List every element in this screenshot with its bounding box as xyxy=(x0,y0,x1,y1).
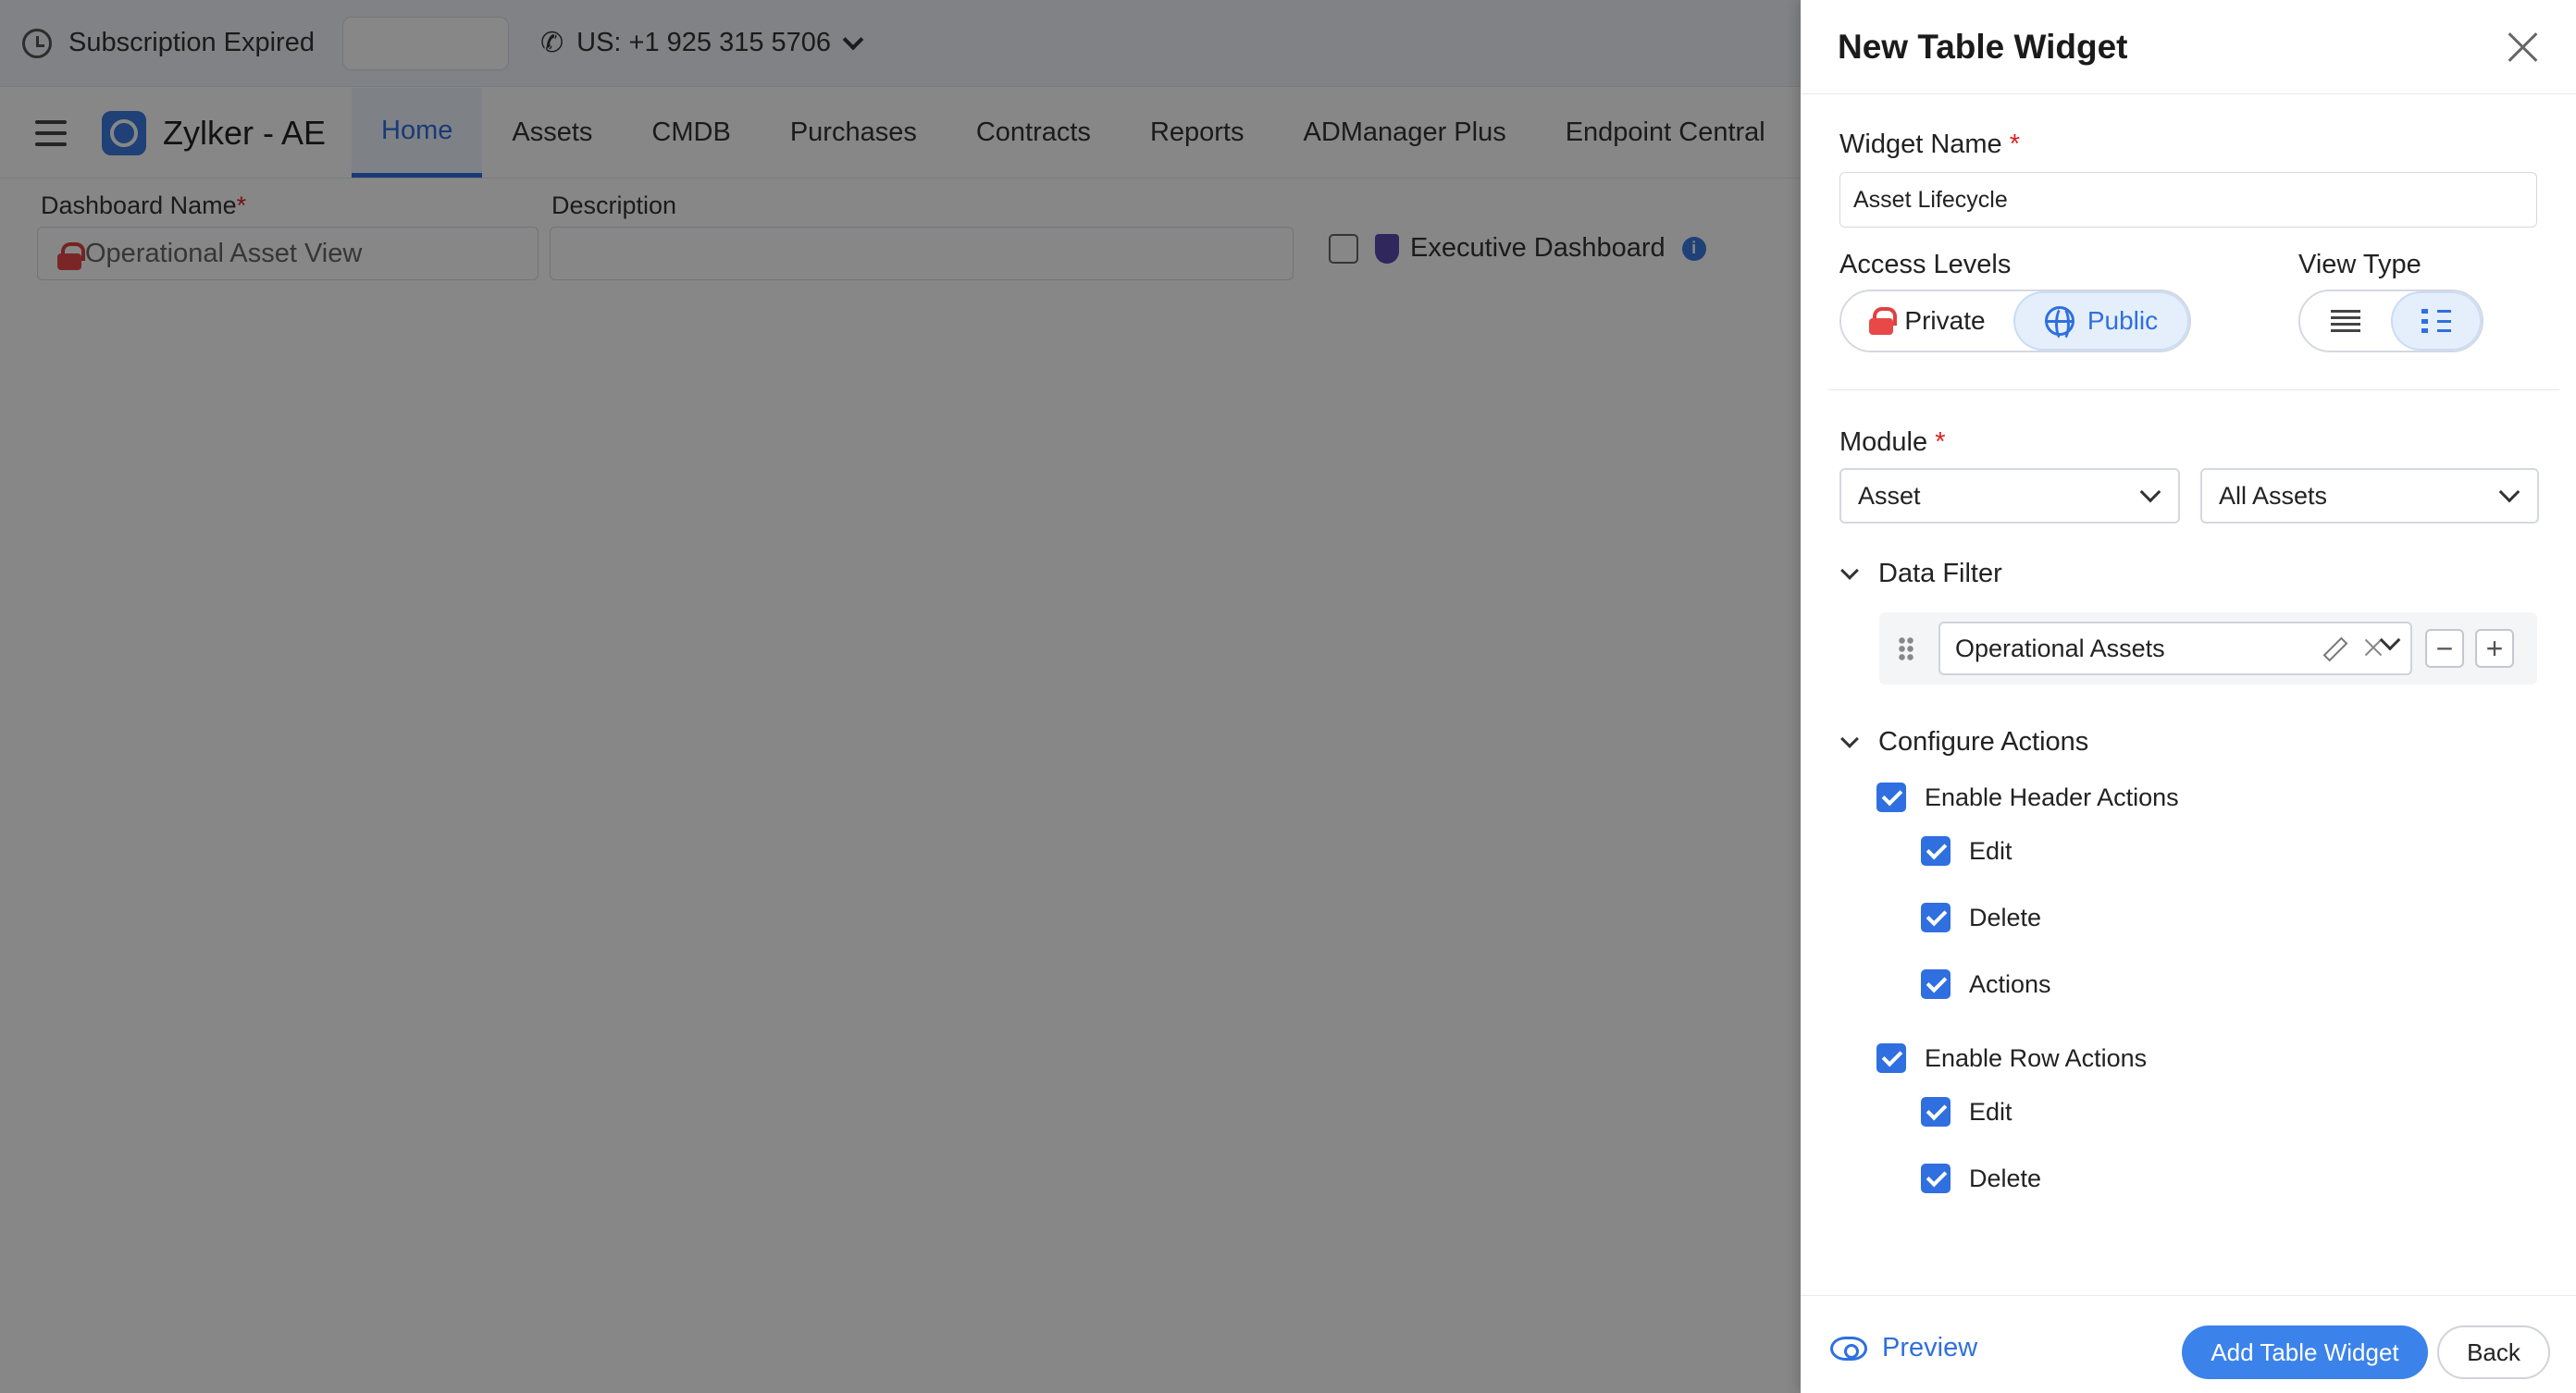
data-filter-value: Operational Assets xyxy=(1955,634,2165,662)
remove-filter-button[interactable]: − xyxy=(2425,629,2464,668)
access-level-toggle: Private Public xyxy=(1839,290,2191,352)
chevron-down-icon xyxy=(2139,481,2161,503)
access-private-label: Private xyxy=(1904,306,1986,335)
view-type-toggle xyxy=(2298,290,2483,352)
drag-handle-icon[interactable] xyxy=(1898,636,1914,660)
module-label: Module * xyxy=(1839,427,1946,457)
list-icon xyxy=(2331,310,2360,332)
lock-icon xyxy=(1869,307,1898,335)
module-view-select[interactable]: All Assets xyxy=(2200,468,2539,524)
panel-title: New Table Widget xyxy=(1838,27,2128,66)
data-filter-header[interactable]: Data Filter xyxy=(1840,559,2002,589)
widget-name-value: Asset Lifecycle xyxy=(1853,186,2008,213)
pencil-icon[interactable] xyxy=(2322,636,2348,662)
access-private-option[interactable]: Private xyxy=(1841,291,2013,351)
view-type-list-option[interactable] xyxy=(2300,291,2391,351)
data-filter-row: Operational Assets − + xyxy=(1879,612,2537,684)
detailed-list-icon xyxy=(2421,309,2451,333)
chevron-down-icon xyxy=(1840,561,1859,580)
access-levels-label: Access Levels xyxy=(1839,250,2012,279)
widget-name-label: Widget Name * xyxy=(1839,129,2021,159)
widget-name-input[interactable]: Asset Lifecycle xyxy=(1839,172,2537,228)
panel-header: New Table Widget xyxy=(1801,0,2576,94)
data-filter-select[interactable]: Operational Assets xyxy=(1938,622,2412,675)
modal-backdrop[interactable] xyxy=(0,0,1801,1393)
chevron-down-icon xyxy=(2498,481,2520,503)
section-divider xyxy=(1828,389,2559,390)
close-icon[interactable] xyxy=(2508,31,2539,63)
module-value: Asset xyxy=(1858,481,1921,510)
view-type-detailed-option[interactable] xyxy=(2391,291,2482,351)
access-public-label: Public xyxy=(2087,306,2159,335)
add-filter-button[interactable]: + xyxy=(2475,629,2514,668)
view-type-label: View Type xyxy=(2298,250,2421,279)
module-view-value: All Assets xyxy=(2219,481,2328,510)
new-table-widget-panel: New Table Widget Widget Name * Asset Lif… xyxy=(1801,0,2576,1393)
data-filter-label: Data Filter xyxy=(1878,559,2002,588)
module-select[interactable]: Asset xyxy=(1839,468,2180,524)
globe-icon xyxy=(2044,306,2074,341)
access-public-option[interactable]: Public xyxy=(2013,291,2189,351)
